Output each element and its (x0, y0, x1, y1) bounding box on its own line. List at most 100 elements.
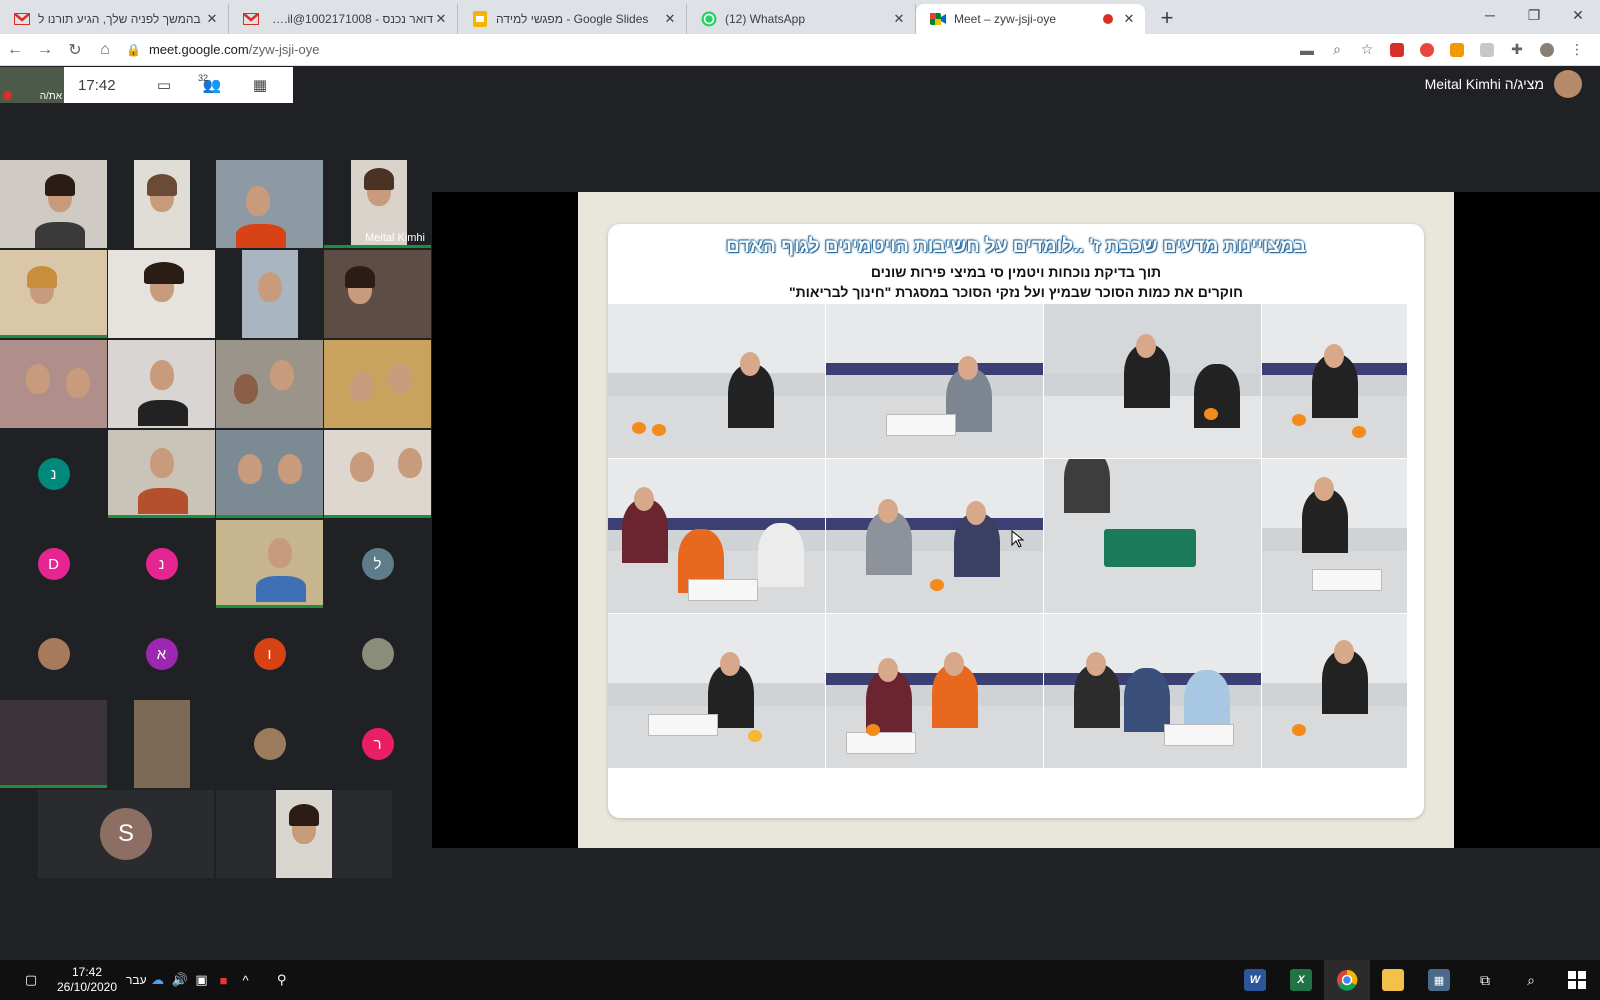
input-language[interactable]: עבר (126, 973, 147, 987)
participants-icon[interactable]: 32 👥 (188, 67, 236, 103)
extension-red-icon[interactable] (1382, 36, 1412, 64)
participant-tile[interactable] (216, 520, 323, 608)
photo-wall (608, 304, 825, 374)
participant-tile[interactable] (0, 610, 107, 698)
participant-tile[interactable] (324, 610, 431, 698)
antivirus-icon[interactable]: ■ (213, 973, 235, 988)
browser-tab-whatsapp[interactable]: (12) WhatsApp ✕ (687, 4, 916, 34)
meeting-time: 17:42 (78, 76, 116, 94)
participant-tile[interactable]: א (108, 610, 215, 698)
close-tab-icon[interactable]: ✕ (891, 11, 907, 27)
participant-tile[interactable] (108, 430, 215, 518)
participant-tile[interactable]: D (0, 520, 107, 608)
home-icon[interactable]: ⌂ (90, 36, 120, 64)
word-icon[interactable]: W (1232, 960, 1278, 1000)
reload-icon[interactable]: ↻ (60, 36, 90, 64)
participant-tile[interactable] (324, 250, 431, 338)
mic-muted-icon (3, 91, 12, 100)
browser-tab-meet[interactable]: Meet – zyw-jsji-oye ✕ (916, 4, 1145, 34)
extension-orange-icon[interactable] (1442, 36, 1472, 64)
tray-clock[interactable]: 17:42 26/10/2020 (52, 965, 122, 995)
extensions-puzzle-icon[interactable]: ✚ (1502, 36, 1532, 64)
participant-tile[interactable] (0, 250, 107, 338)
profile-avatar-icon[interactable] (1532, 36, 1562, 64)
mouse-cursor-icon (1011, 530, 1025, 548)
participant-tile[interactable] (134, 160, 190, 248)
show-hidden-icons-icon[interactable]: ^ (235, 973, 257, 988)
close-window-icon[interactable]: ✕ (1556, 0, 1600, 30)
notifications-icon[interactable]: ▢ (20, 972, 42, 988)
extension-grid-icon[interactable] (1472, 36, 1502, 64)
photo-student (1064, 459, 1110, 513)
zoom-icon[interactable]: ⌕ (1322, 36, 1352, 64)
people-icon[interactable]: ⚲ (271, 972, 293, 988)
participant-avatar: נ (37, 458, 70, 490)
photo-student-face (878, 658, 898, 682)
participant-avatar: D (37, 548, 70, 580)
url-path: /zyw-jsji-oye (248, 42, 320, 57)
participant-avatar: א (145, 638, 178, 670)
participant-tile[interactable] (108, 340, 215, 428)
participant-tile[interactable] (0, 160, 107, 248)
participant-tile[interactable] (242, 250, 298, 338)
participant-tile[interactable] (324, 430, 431, 518)
participant-tile[interactable] (324, 340, 431, 428)
participant-tile[interactable] (0, 340, 107, 428)
chat-icon[interactable]: ▭ (140, 67, 188, 103)
photo-student-face (1314, 477, 1334, 501)
participant-tile[interactable] (216, 160, 323, 248)
participant-tile[interactable] (108, 250, 215, 338)
participant-tile[interactable] (216, 430, 323, 518)
participant-tile[interactable]: נ (0, 430, 107, 518)
bookmark-star-icon[interactable]: ☆ (1352, 36, 1382, 64)
participant-tile[interactable]: נ (108, 520, 215, 608)
participant-tile[interactable] (134, 700, 190, 788)
close-tab-icon[interactable]: ✕ (662, 11, 678, 27)
restore-icon[interactable]: ❐ (1512, 0, 1556, 30)
collage-photo (1262, 459, 1408, 614)
minimize-icon[interactable]: ─ (1468, 0, 1512, 30)
search-icon[interactable]: ⌕ (1508, 960, 1554, 1000)
self-view-thumbnail[interactable]: את/ה (0, 67, 64, 103)
menu-kebab-icon[interactable]: ⋮ (1562, 36, 1592, 64)
excel-icon[interactable]: X (1278, 960, 1324, 1000)
participant-avatar: S (100, 808, 152, 860)
participant-tile[interactable] (0, 700, 107, 788)
participant-hair (27, 266, 57, 288)
network-icon[interactable]: ▣ (191, 972, 213, 988)
calculator-icon[interactable]: ▦ (1416, 960, 1462, 1000)
participant-tile[interactable]: ו (216, 610, 323, 698)
participant-tile[interactable]: S (38, 790, 214, 878)
volume-icon[interactable]: 🔊 (169, 972, 191, 988)
browser-tab-gmail-2[interactable]: דואר נכנס - 1002171008@org.il ✕ (229, 4, 458, 34)
camera-in-use-icon[interactable]: ▬ (1292, 36, 1322, 64)
chrome-icon[interactable] (1324, 960, 1370, 1000)
new-tab-button[interactable]: + (1153, 4, 1181, 32)
participant-face (234, 374, 258, 404)
task-view-icon[interactable]: ⧉ (1462, 960, 1508, 1000)
participant-tile[interactable]: ל (324, 520, 431, 608)
close-tab-icon[interactable]: ✕ (433, 11, 449, 27)
photo-tray (1164, 724, 1234, 746)
extension-shield-icon[interactable] (1412, 36, 1442, 64)
close-tab-icon[interactable]: ✕ (204, 11, 220, 27)
participant-tile[interactable] (216, 700, 323, 788)
gmail-icon (243, 11, 259, 27)
forward-icon[interactable]: → (30, 36, 60, 64)
browser-tab-slides[interactable]: Google Slides - מפגשי למידה ✕ (458, 4, 687, 34)
participant-tile[interactable]: ר (324, 700, 431, 788)
participant-body (256, 576, 306, 602)
close-tab-icon[interactable]: ✕ (1121, 11, 1137, 27)
photo-collage (608, 304, 1408, 770)
windows-start-icon[interactable] (1554, 960, 1600, 1000)
layout-grid-icon[interactable]: ▦ (236, 67, 284, 103)
onedrive-icon[interactable]: ☁ (147, 972, 169, 988)
participant-tile[interactable] (216, 790, 392, 878)
browser-tab-gmail-1[interactable]: בהמשך לפניה שלך, הגיע תורנו ל ✕ (0, 4, 229, 34)
participant-tile[interactable] (216, 340, 323, 428)
participant-face (246, 186, 270, 216)
back-icon[interactable]: ← (0, 36, 30, 64)
address-bar[interactable]: 🔒 meet.google.com/zyw-jsji-oye (126, 37, 1292, 63)
photo-student-face (878, 499, 898, 523)
file-explorer-icon[interactable] (1370, 960, 1416, 1000)
